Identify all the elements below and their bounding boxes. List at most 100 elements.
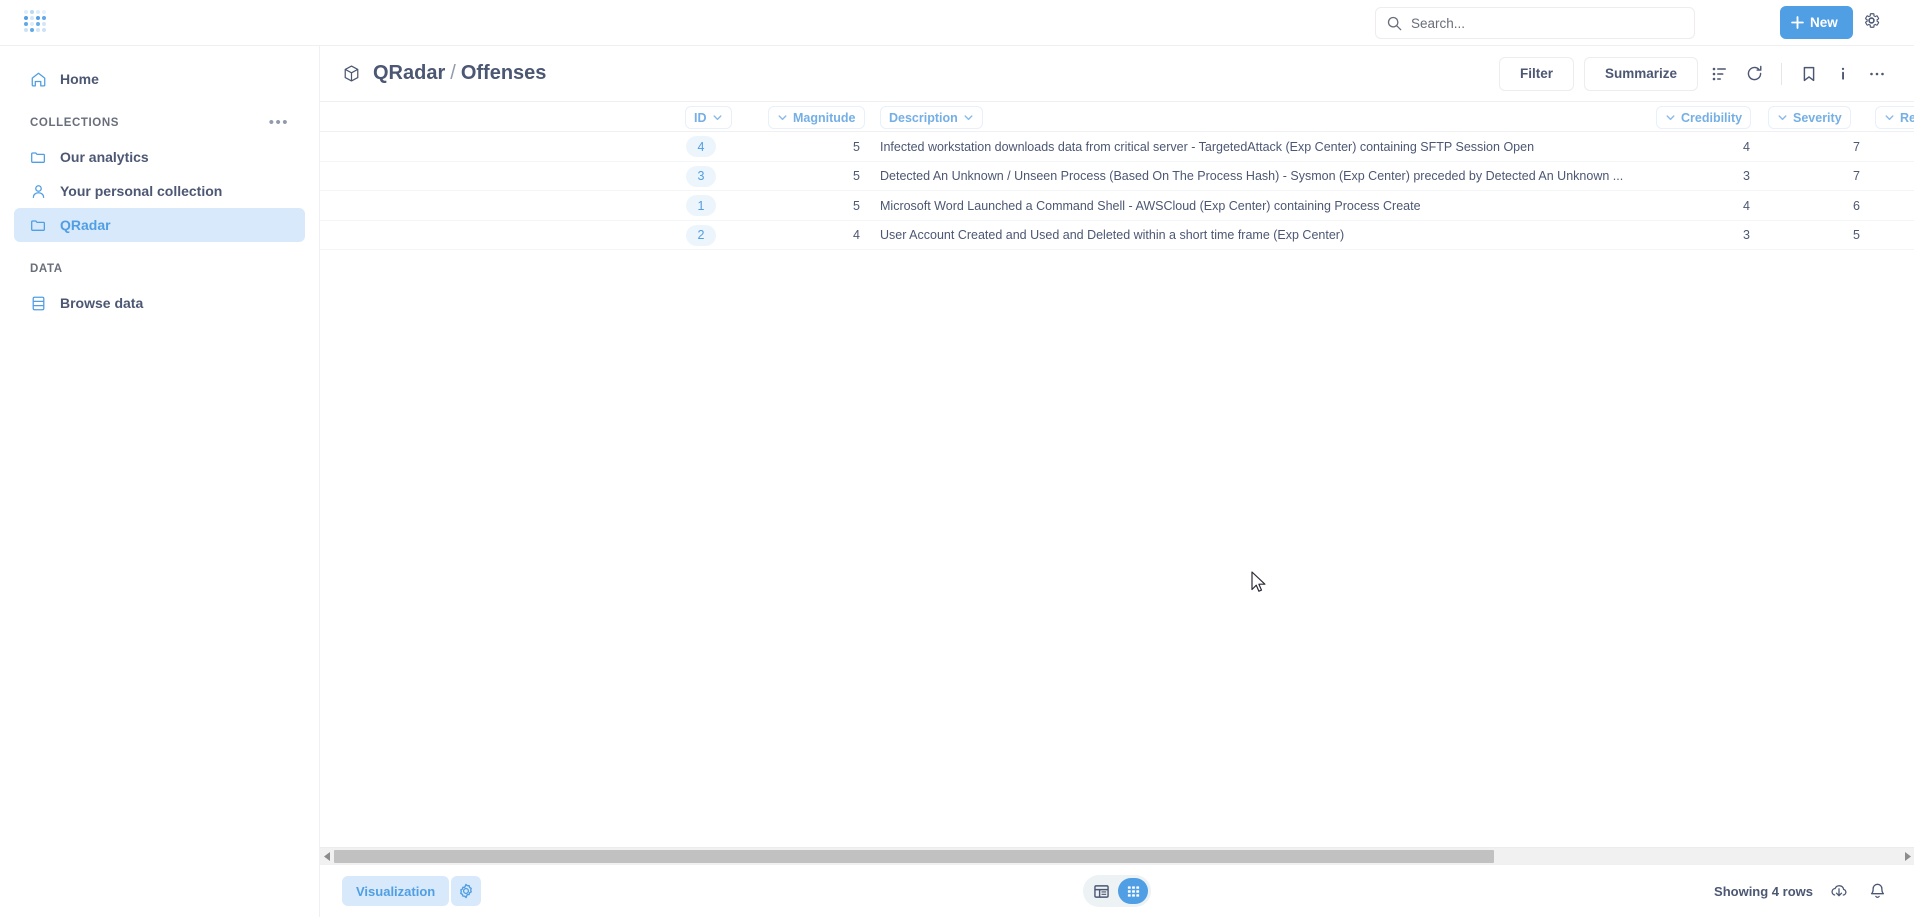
id-pill[interactable]: 1 — [686, 195, 716, 217]
search-box[interactable] — [1375, 7, 1695, 39]
table-row[interactable]: 4 5 Infected workstation downloads data … — [320, 132, 1914, 162]
page-title[interactable]: Offenses — [461, 62, 547, 84]
breadcrumb-collection[interactable]: QRadar — [373, 62, 445, 84]
cell-magnitude: 5 — [853, 198, 860, 213]
cloud-download-icon — [1831, 885, 1847, 897]
folder-icon — [31, 151, 45, 163]
refresh-button[interactable] — [1742, 62, 1766, 86]
table-row[interactable]: 1 5 Microsoft Word Launched a Command Sh… — [320, 191, 1914, 221]
chevron-down-icon — [1778, 115, 1787, 121]
plus-icon — [1791, 16, 1804, 29]
ellipsis-icon — [1870, 72, 1884, 75]
more-options-button[interactable] — [1865, 62, 1889, 86]
column-header-severity[interactable]: Severity — [1768, 106, 1851, 129]
summarize-button[interactable]: Summarize — [1583, 56, 1698, 91]
cell-id: 2 — [686, 221, 746, 251]
bookmark-icon — [1803, 66, 1815, 81]
table-row[interactable]: 2 4 User Account Created and Used and De… — [320, 221, 1914, 251]
alerts-button[interactable] — [1865, 879, 1889, 903]
chevron-down-icon — [1885, 115, 1894, 121]
triangle-left-icon — [323, 851, 330, 861]
sidebar-item-label: Home — [60, 71, 99, 87]
breadcrumb: QRadar / Offenses — [373, 62, 546, 85]
cell-eventcount: 1,329 — [1850, 162, 1914, 192]
bell-icon — [1870, 883, 1884, 898]
column-header-label: Credibility — [1681, 110, 1743, 125]
sidebar-item-label: Browse data — [60, 295, 144, 311]
chevron-down-icon — [964, 115, 973, 121]
sidebar-item-home[interactable]: Home — [14, 62, 305, 96]
cell-magnitude: 5 — [853, 169, 860, 184]
visualization-settings-button[interactable] — [451, 876, 482, 906]
sidebar-item-our-analytics[interactable]: Our analytics — [14, 140, 305, 174]
search-icon — [1387, 16, 1402, 30]
top-bar: New — [0, 0, 1914, 46]
column-header-magnitude[interactable]: Magnitude — [768, 106, 865, 129]
cell-id: 4 — [686, 132, 746, 162]
cell-magnitude: 5 — [853, 139, 860, 154]
sidebar-item-label: QRadar — [60, 217, 111, 233]
data-section-header: DATA — [30, 258, 289, 280]
column-header-label: ID — [694, 110, 707, 125]
filter-button[interactable]: Filter — [1498, 56, 1574, 91]
sidebar-item-qradar[interactable]: QRadar — [14, 208, 305, 242]
new-button[interactable]: New — [1780, 6, 1853, 39]
toolbar-divider — [1781, 62, 1782, 85]
column-header-label: Magnitude — [793, 110, 856, 125]
folder-icon — [31, 219, 45, 231]
toggle-table-view[interactable] — [1086, 878, 1116, 904]
refresh-icon — [1747, 65, 1761, 81]
column-header-credibility[interactable]: Credibility — [1656, 106, 1752, 129]
view-toggle-group — [1083, 875, 1151, 907]
bookmark-button[interactable] — [1797, 62, 1821, 86]
visualization-controls: Visualization — [342, 876, 482, 906]
info-icon — [1841, 67, 1845, 80]
cell-id: 1 — [686, 191, 746, 221]
column-header-label: Severity — [1793, 110, 1842, 125]
table-body: 4 5 Infected workstation downloads data … — [320, 132, 1914, 250]
section-title: DATA — [30, 263, 63, 275]
scrollbar-thumb[interactable] — [334, 850, 1494, 863]
footer-bar: Visualization Showing 4 rows — [320, 864, 1914, 917]
visualization-button[interactable]: Visualization — [342, 876, 450, 906]
column-header-relevance[interactable]: Relevance — [1875, 106, 1914, 129]
sidebar-item-your-personal-collection[interactable]: Your personal collection — [14, 174, 305, 208]
toggle-grid-view[interactable] — [1118, 878, 1148, 904]
breadcrumb-separator: / — [450, 62, 456, 84]
metabase-logo[interactable] — [22, 8, 52, 38]
table-list-icon — [1093, 884, 1109, 898]
id-pill[interactable]: 3 — [686, 165, 716, 187]
table-row[interactable]: 3 5 Detected An Unknown / Unseen Process… — [320, 162, 1914, 192]
gear-icon — [460, 883, 473, 899]
column-header-label: Description — [889, 110, 958, 125]
chevron-down-icon — [1666, 115, 1675, 121]
download-button[interactable] — [1827, 879, 1851, 903]
table-header-row: ID Magnitude Description Credibility Sev… — [320, 102, 1914, 132]
sidebar-item-browse-data[interactable]: Browse data — [14, 286, 305, 320]
header-actions: Filter Summarize — [1498, 56, 1889, 91]
collections-section-header: COLLECTIONS ••• — [30, 112, 289, 134]
id-pill[interactable]: 2 — [686, 224, 716, 246]
column-header-description[interactable]: Description — [880, 106, 983, 129]
database-icon — [32, 296, 45, 310]
gear-icon[interactable] — [1862, 11, 1881, 30]
chevron-down-icon — [778, 115, 787, 121]
sort-button[interactable] — [1708, 62, 1732, 86]
column-header-id[interactable]: ID — [685, 106, 732, 129]
search-input[interactable] — [1411, 9, 1681, 37]
cube-icon — [344, 65, 359, 82]
info-button[interactable] — [1831, 62, 1855, 86]
sidebar-item-label: Our analytics — [60, 149, 149, 165]
main-content: QRadar / Offenses Filter Summarize ID Ma… — [320, 46, 1914, 917]
cell-id: 3 — [686, 162, 746, 192]
horizontal-scrollbar[interactable] — [320, 847, 1914, 864]
scroll-right-arrow[interactable] — [1900, 848, 1914, 865]
person-icon — [32, 184, 45, 198]
question-header: QRadar / Offenses Filter Summarize — [320, 46, 1914, 102]
new-button-label: New — [1810, 15, 1838, 30]
id-pill[interactable]: 4 — [686, 136, 716, 158]
grid-icon — [1127, 885, 1139, 897]
scroll-left-arrow[interactable] — [320, 848, 334, 865]
column-header-label: Relevance — [1900, 110, 1914, 125]
collections-more-icon[interactable]: ••• — [269, 115, 289, 130]
